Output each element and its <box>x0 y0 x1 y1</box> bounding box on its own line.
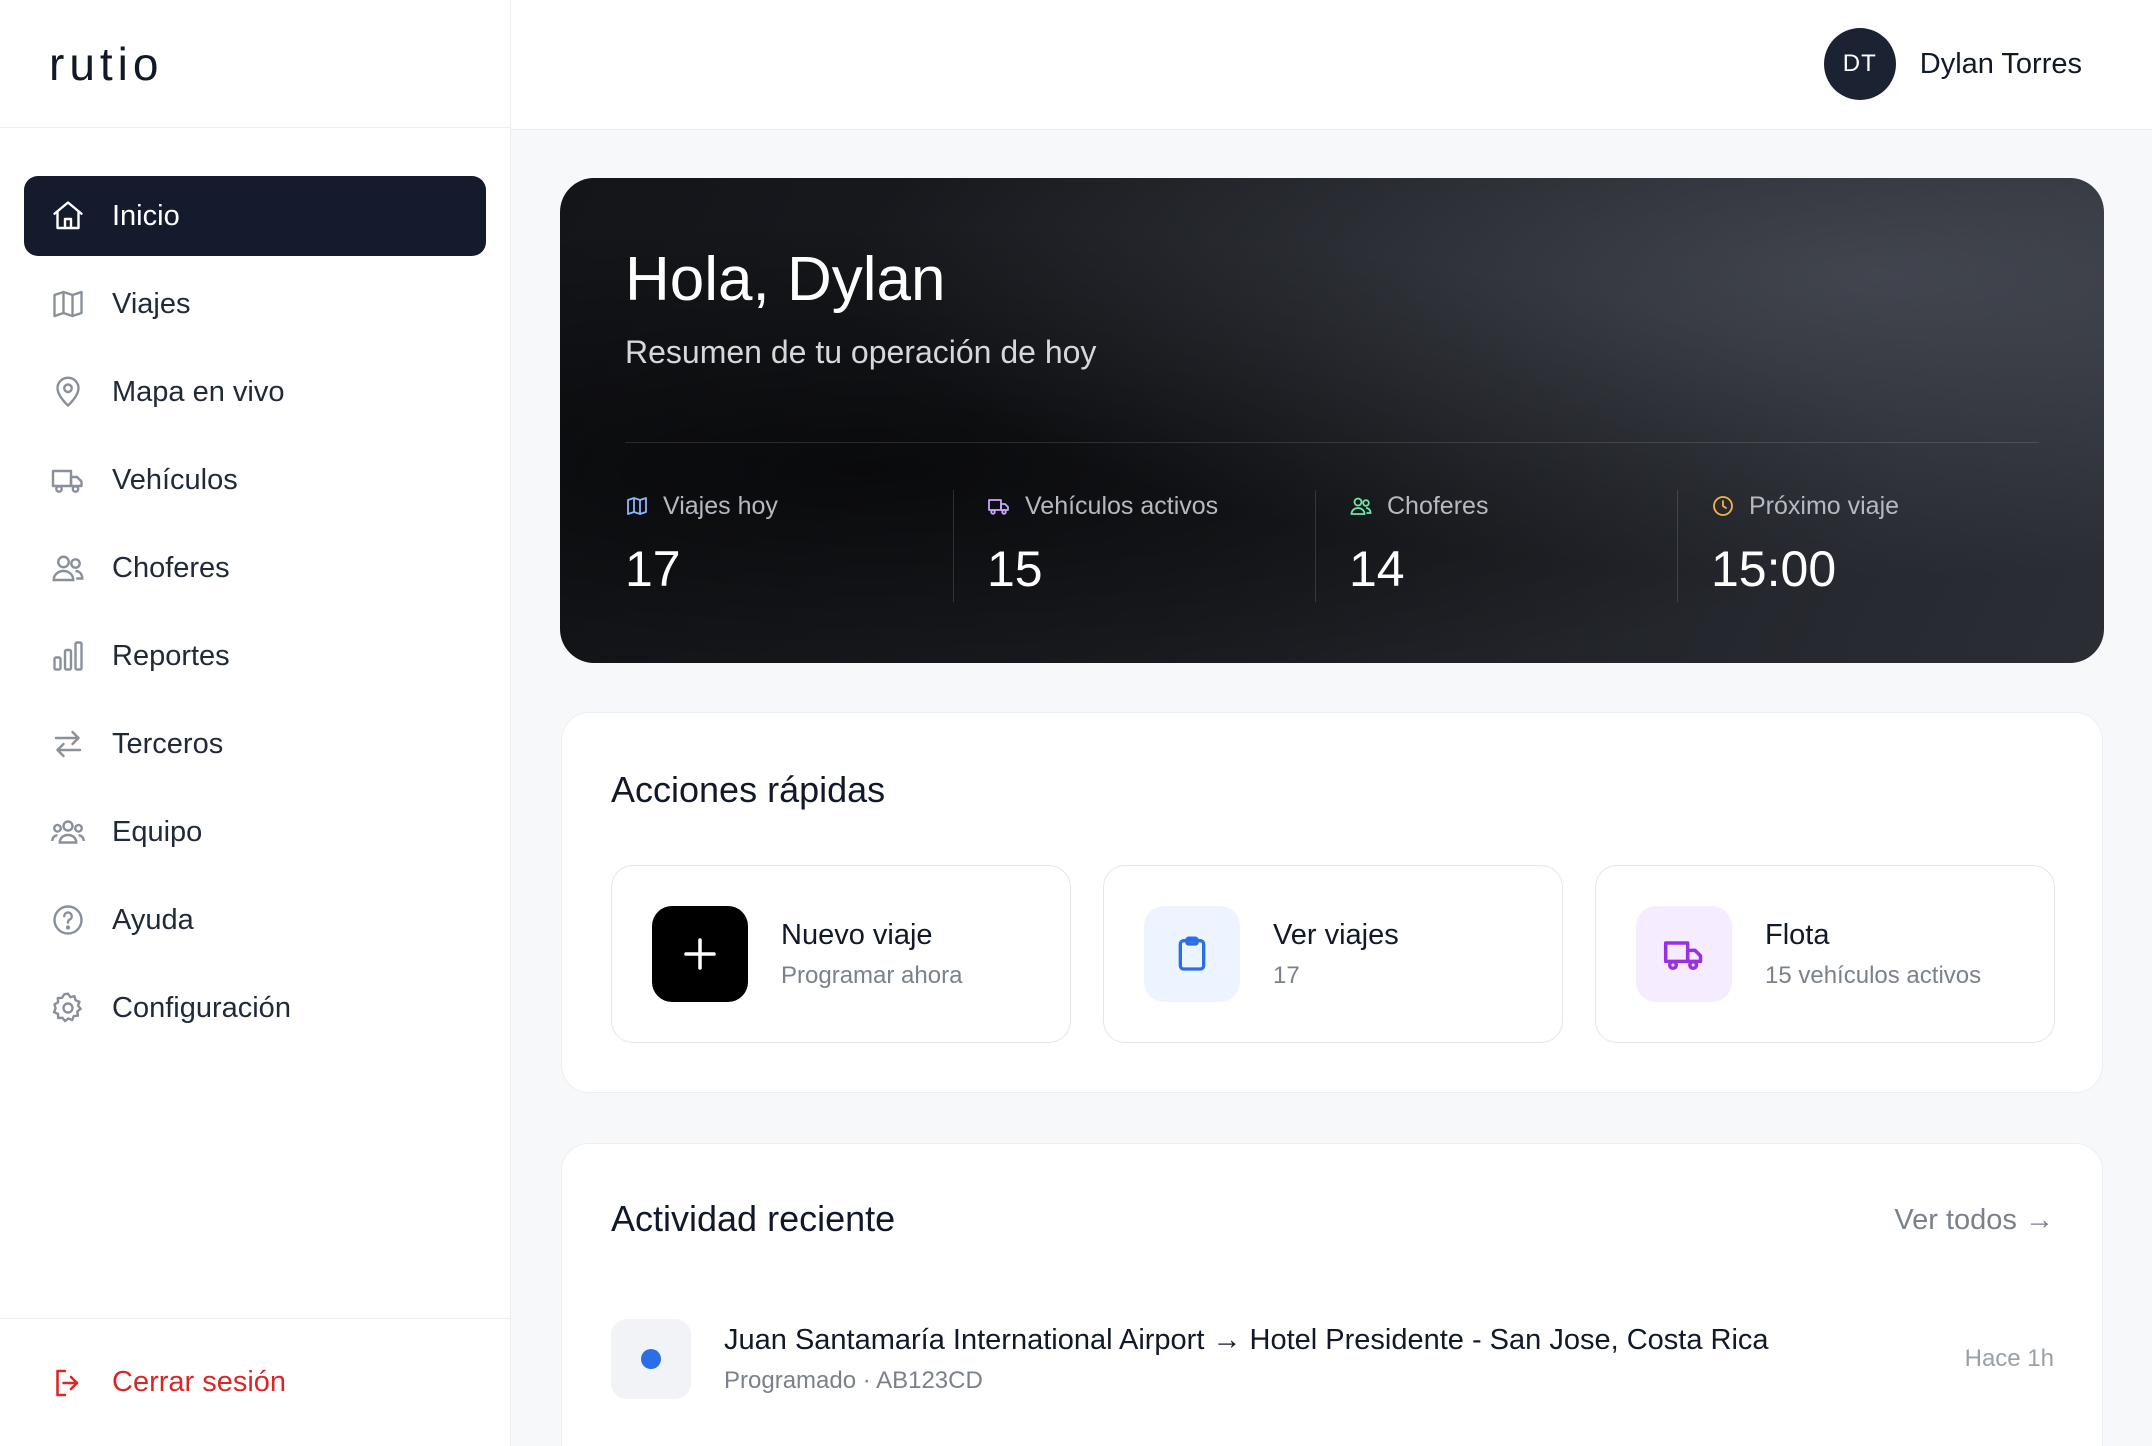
hero-title: Hola, Dylan <box>625 245 946 314</box>
logout-label: Cerrar sesión <box>112 1366 287 1398</box>
avatar[interactable]: DT <box>1823 28 1896 100</box>
status-indicator <box>611 1319 691 1399</box>
sidebar-item-mapa-en-vivo[interactable]: Mapa en vivo <box>24 352 486 432</box>
stat-value: 17 <box>625 541 681 597</box>
sidebar-item-equipo[interactable]: Equipo <box>24 792 486 872</box>
action-subtitle: 15 vehículos activos <box>1765 961 1982 989</box>
sidebar-item-viajes[interactable]: Viajes <box>24 264 486 344</box>
hero-subtitle: Resumen de tu operación de hoy <box>625 334 1097 370</box>
help-circle-icon <box>50 902 86 938</box>
sidebar-item-label: Vehículos <box>112 463 238 496</box>
see-all-link[interactable]: Ver todos → <box>1894 1204 2054 1237</box>
sidebar-item-label: Equipo <box>112 815 203 848</box>
sidebar-item-label: Ayuda <box>112 903 194 936</box>
sidebar-item-ayuda[interactable]: Ayuda <box>24 880 486 960</box>
stats-row: Viajes hoy 17 Vehículos activos 15 Chofe… <box>625 490 2039 602</box>
stat-label: Viajes hoy <box>663 491 778 520</box>
sidebar-item-configuracion[interactable]: Configuración <box>24 968 486 1048</box>
sidebar-item-label: Mapa en vivo <box>112 375 285 408</box>
action-title: Nuevo viaje <box>781 918 933 951</box>
sidebar-item-label: Viajes <box>112 287 191 320</box>
logout-button[interactable]: Cerrar sesión <box>0 1318 510 1446</box>
sidebar-item-reportes[interactable]: Reportes <box>24 616 486 696</box>
recent-activity-card: Actividad reciente Ver todos → Juan Sant… <box>561 1143 2103 1446</box>
stat-value: 15 <box>987 541 1043 597</box>
users-icon <box>1349 494 1373 518</box>
action-title: Flota <box>1765 918 1830 951</box>
sidebar-item-label: Configuración <box>112 991 291 1024</box>
action-subtitle: 17 <box>1273 961 1300 989</box>
sidebar-item-inicio[interactable]: Inicio <box>24 176 486 256</box>
arrows-exchange-icon <box>50 726 86 762</box>
sidebar-item-label: Choferes <box>112 551 230 584</box>
truck-icon <box>50 462 86 498</box>
gear-icon <box>50 990 86 1026</box>
users-icon <box>50 550 86 586</box>
activity-title: Juan Santamaría International Airport → … <box>724 1323 1769 1356</box>
stat-label: Vehículos activos <box>1025 491 1219 520</box>
user-menu[interactable]: DT Dylan Torres <box>1823 28 2082 100</box>
sidebar-item-vehiculos[interactable]: Vehículos <box>24 440 486 520</box>
top-bar: DT Dylan Torres <box>511 0 2152 130</box>
action-subtitle: Programar ahora <box>781 961 963 989</box>
list-item[interactable]: Juan Santamaría International Airport → … <box>611 1319 2054 1399</box>
stat-vehiculos-activos: Vehículos activos 15 <box>953 490 1315 602</box>
clock-icon <box>1711 494 1735 518</box>
quick-actions-title: Acciones rápidas <box>611 769 886 810</box>
sidebar: rutio Inicio Viajes Mapa en vivo Vehícul… <box>0 0 511 1446</box>
home-icon <box>50 198 86 234</box>
stat-label: Choferes <box>1387 491 1489 520</box>
stat-viajes-hoy: Viajes hoy 17 <box>625 490 953 602</box>
sidebar-nav: Inicio Viajes Mapa en vivo Vehículos Cho… <box>0 128 510 1048</box>
map-pin-icon <box>50 374 86 410</box>
sidebar-item-label: Terceros <box>112 727 224 760</box>
bar-chart-icon <box>50 638 86 674</box>
app-root: rutio Inicio Viajes Mapa en vivo Vehícul… <box>0 0 2152 1446</box>
sidebar-item-terceros[interactable]: Terceros <box>24 704 486 784</box>
logout-icon <box>50 1365 86 1401</box>
sidebar-item-label: Inicio <box>112 199 180 232</box>
stat-label: Próximo viaje <box>1749 491 1900 520</box>
clipboard-icon <box>1144 906 1240 1002</box>
stat-choferes: Choferes 14 <box>1315 490 1677 602</box>
map-icon <box>625 494 649 518</box>
plus-icon <box>652 906 748 1002</box>
stat-value: 15:00 <box>1711 541 1837 597</box>
divider <box>625 442 2039 443</box>
truck-icon <box>987 494 1011 518</box>
fleet-button[interactable]: Flota 15 vehículos activos <box>1595 865 2055 1043</box>
logo-area: rutio <box>0 0 510 128</box>
sidebar-item-label: Reportes <box>112 639 230 672</box>
stat-value: 14 <box>1349 541 1405 597</box>
map-icon <box>50 286 86 322</box>
stat-proximo-viaje: Próximo viaje 15:00 <box>1677 490 2039 602</box>
activity-time: Hace 1h <box>1964 1345 2054 1372</box>
quick-actions-list: Nuevo viaje Programar ahora Ver viajes 1… <box>611 865 2055 1043</box>
new-trip-button[interactable]: Nuevo viaje Programar ahora <box>611 865 1071 1043</box>
app-logo[interactable]: rutio <box>49 37 163 91</box>
team-icon <box>50 814 86 850</box>
sidebar-item-choferes[interactable]: Choferes <box>24 528 486 608</box>
summary-hero: Hola, Dylan Resumen de tu operación de h… <box>560 178 2104 663</box>
truck-icon <box>1636 906 1732 1002</box>
view-trips-button[interactable]: Ver viajes 17 <box>1103 865 1563 1043</box>
action-title: Ver viajes <box>1273 918 1399 951</box>
recent-activity-title: Actividad reciente <box>611 1198 896 1239</box>
activity-subtitle: Programado · AB123CD <box>724 1366 983 1394</box>
quick-actions-card: Acciones rápidas Nuevo viaje Programar a… <box>561 712 2103 1093</box>
user-name: Dylan Torres <box>1919 47 2082 80</box>
status-dot-icon <box>641 1349 661 1369</box>
